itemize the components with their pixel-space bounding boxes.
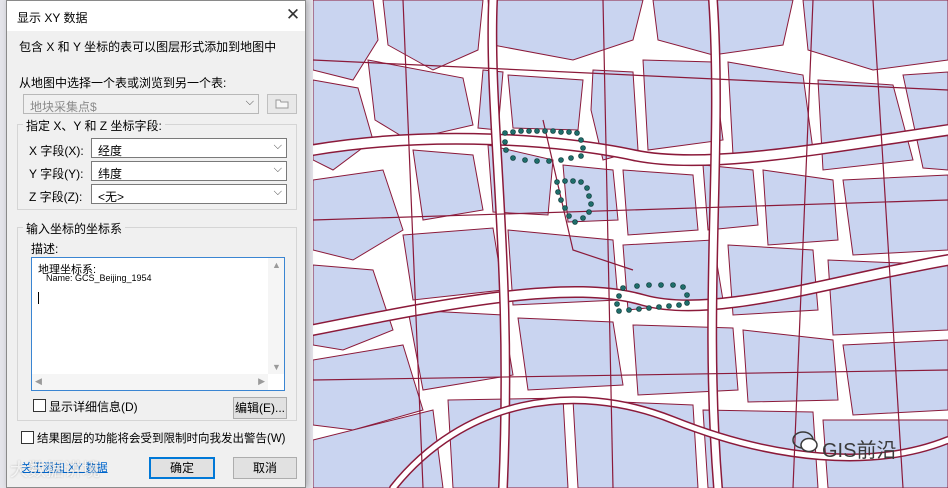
- dialog-titlebar[interactable]: 显示 XY 数据 ✕: [7, 1, 305, 31]
- chevron-down-icon: ⌵: [273, 163, 282, 175]
- display-xy-data-dialog: 显示 XY 数据 ✕ 包含 X 和 Y 坐标的表可以图层形式添加到地图中 从地图…: [6, 0, 306, 488]
- edit-button[interactable]: 编辑(E)...: [233, 397, 287, 419]
- scroll-up-icon[interactable]: ▲: [272, 260, 281, 270]
- wechat-logo-icon: [792, 431, 818, 453]
- x-field-select[interactable]: 经度 ⌵: [91, 138, 287, 158]
- parcel: [517, 317, 624, 391]
- parcel: [313, 169, 404, 261]
- vertical-scrollbar[interactable]: ▲ ▼: [268, 258, 284, 374]
- choose-table-label: 从地图中选择一个表或浏览到另一个表:: [19, 76, 227, 90]
- z-field-value: <无>: [98, 190, 125, 204]
- xyz-fields-legend: 指定 X、Y 和 Z 坐标字段:: [23, 117, 165, 134]
- chevron-down-icon: ⌵: [273, 140, 282, 152]
- y-field-select[interactable]: 纬度 ⌵: [91, 161, 287, 181]
- parcel: [313, 79, 374, 171]
- parcel: [842, 339, 948, 416]
- watermark-brand: GIS前沿: [822, 440, 897, 462]
- scroll-left-icon[interactable]: ◀: [35, 376, 42, 387]
- parcel: [842, 174, 948, 256]
- map-canvas[interactable]: [313, 0, 948, 488]
- cancel-button[interactable]: 取消: [233, 457, 297, 479]
- parcel: [742, 329, 839, 403]
- parcel: [507, 74, 584, 131]
- coordinate-system-legend: 输入坐标的坐标系: [23, 220, 126, 237]
- x-field-label: X 字段(X):: [29, 144, 84, 158]
- table-select-value: 地块采集点$: [30, 100, 97, 114]
- watermark-left: 大数据讲境: [10, 460, 100, 480]
- scroll-right-icon[interactable]: ▶: [258, 376, 265, 387]
- show-details-label: 显示详细信息(D): [49, 400, 138, 414]
- parcel: [313, 264, 394, 351]
- ok-button[interactable]: 确定: [149, 457, 215, 479]
- parcel: [412, 149, 484, 221]
- horizontal-scrollbar[interactable]: ◀ ▶: [32, 374, 268, 390]
- coordinate-system-description[interactable]: 地理坐标系: Name: GCS_Beijing_1954 ▲ ▼ ◀ ▶: [31, 257, 285, 391]
- parcel: [572, 399, 699, 488]
- map-view[interactable]: [313, 0, 948, 488]
- parcel: [367, 59, 474, 141]
- scroll-down-icon[interactable]: ▼: [272, 362, 281, 372]
- dialog-title: 显示 XY 数据: [17, 11, 88, 25]
- chevron-down-icon: ⌵: [273, 186, 282, 198]
- table-select[interactable]: 地块采集点$ ⌵: [23, 94, 259, 114]
- warn-checkbox-label: 结果图层的功能将会受到限制时向我发出警告(W): [37, 433, 286, 445]
- parcel: [382, 0, 484, 71]
- z-field-label: Z 字段(Z):: [29, 190, 83, 204]
- show-details-checkbox[interactable]: [33, 399, 46, 412]
- parcel: [727, 61, 814, 156]
- folder-icon: [275, 99, 289, 109]
- text-cursor: [38, 292, 39, 304]
- description-line-2: Name: GCS_Beijing_1954: [46, 273, 152, 283]
- dialog-description: 包含 X 和 Y 坐标的表可以图层形式添加到地图中: [19, 40, 277, 54]
- close-icon[interactable]: ✕: [283, 5, 303, 25]
- parcel: [652, 0, 794, 56]
- y-field-label: Y 字段(Y):: [29, 167, 84, 181]
- parcel: [622, 169, 699, 236]
- y-field-value: 纬度: [98, 167, 123, 181]
- parcel: [817, 79, 914, 171]
- parcel: [487, 0, 644, 61]
- parcel: [632, 324, 739, 396]
- browse-folder-button[interactable]: [267, 94, 297, 114]
- parcel: [313, 0, 379, 81]
- x-field-value: 经度: [98, 144, 123, 158]
- z-field-select[interactable]: <无> ⌵: [91, 184, 287, 204]
- parcel: [762, 169, 839, 246]
- warn-checkbox[interactable]: [21, 431, 34, 444]
- parcel: [402, 227, 504, 301]
- description-label: 描述:: [31, 242, 59, 256]
- chevron-down-icon: ⌵: [245, 96, 254, 108]
